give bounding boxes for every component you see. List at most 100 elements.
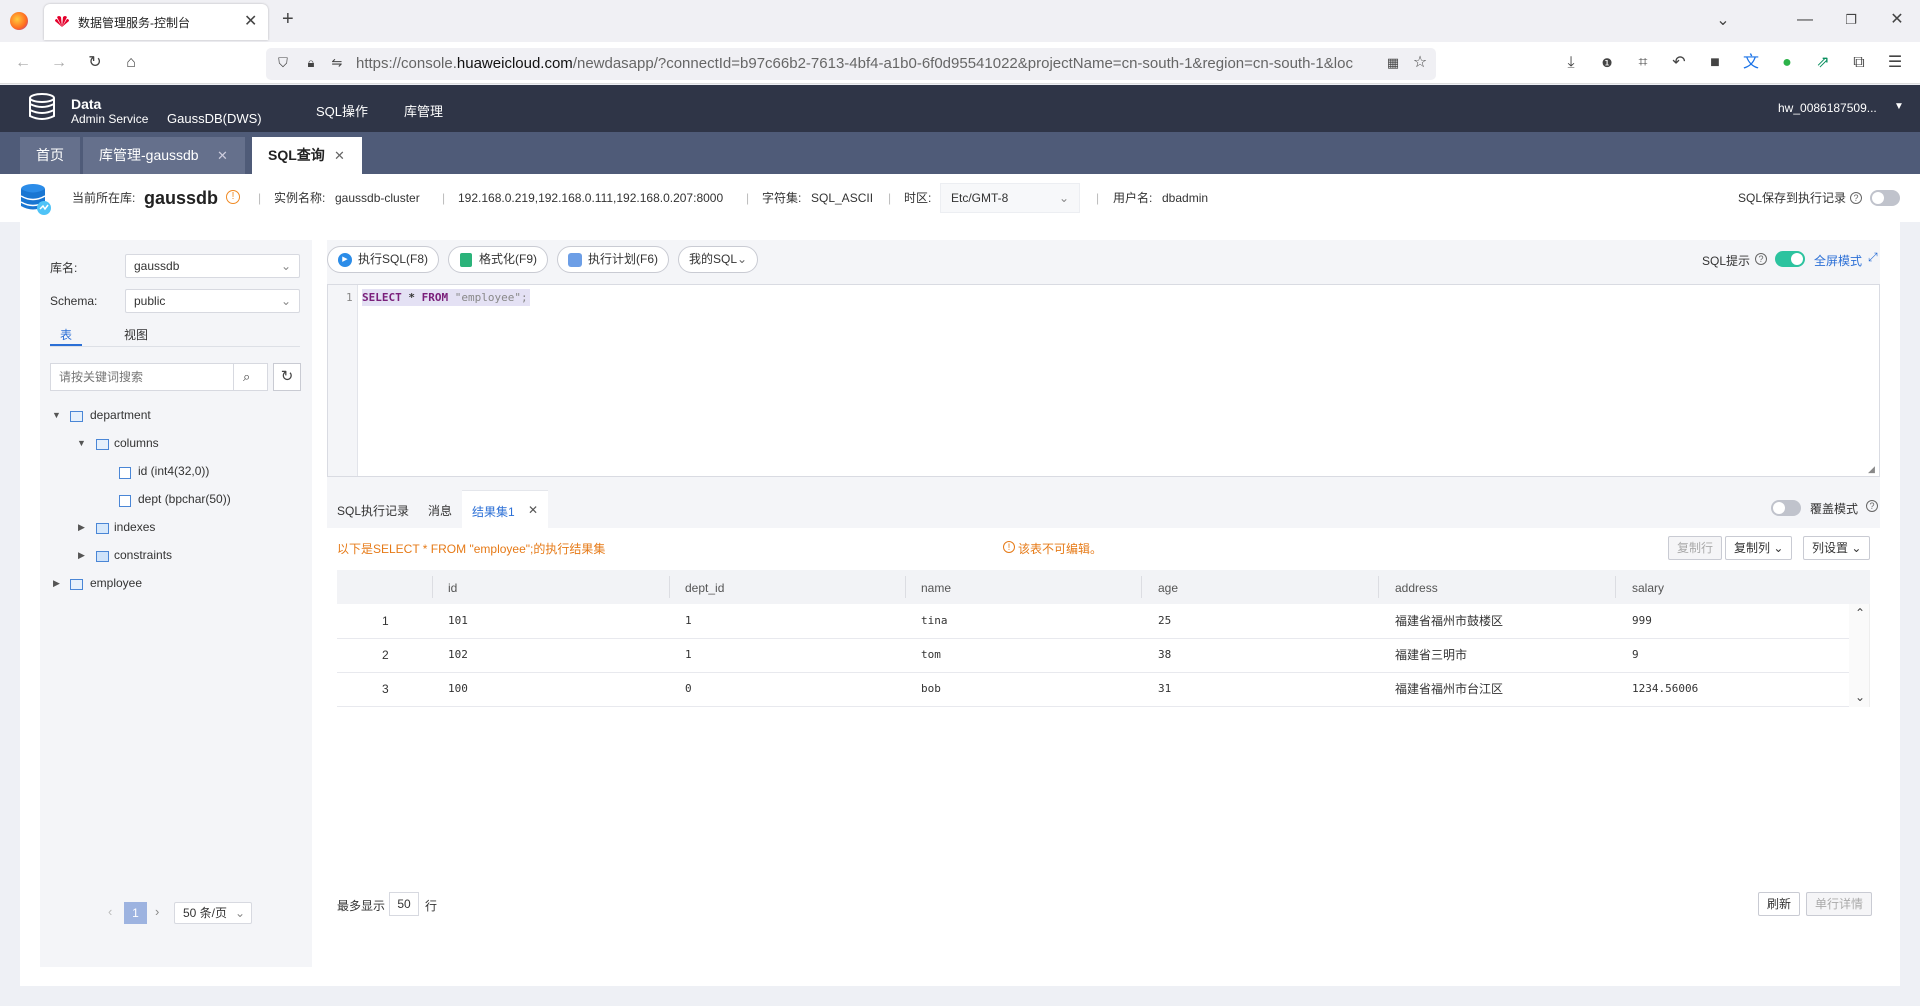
reload-icon[interactable]: ↻ xyxy=(84,53,106,75)
cell-age[interactable]: 31 xyxy=(1158,672,1171,706)
tab-list-chevron-icon[interactable]: ⌄ xyxy=(1712,11,1734,33)
search-icon[interactable]: ⌕ xyxy=(243,369,250,385)
table-row[interactable] xyxy=(337,604,1849,638)
tab-close-icon[interactable]: ✕ xyxy=(528,503,538,517)
cell-id[interactable]: 100 xyxy=(448,672,468,706)
browser-tab[interactable]: 数据管理服务-控制台 ✕ xyxy=(44,4,268,40)
download-icon[interactable]: ⤓ xyxy=(1560,53,1582,75)
tree-node-constraints[interactable]: constraints xyxy=(114,545,172,565)
expand-caret-icon[interactable]: ▼ xyxy=(52,405,61,425)
schema-select[interactable]: public ⌄ xyxy=(125,289,300,313)
cell-dept-id[interactable]: 0 xyxy=(685,672,692,706)
cell-address[interactable]: 福建省福州市鼓楼区 xyxy=(1395,604,1503,638)
collapse-caret-icon[interactable]: ▶ xyxy=(78,545,85,565)
db-select[interactable]: gaussdb ⌄ xyxy=(125,254,300,278)
column-header-age[interactable]: age xyxy=(1158,572,1178,604)
minimize-icon[interactable]: — xyxy=(1794,10,1816,32)
window-close-icon[interactable]: ✕ xyxy=(1886,10,1908,32)
tree-node-indexes[interactable]: indexes xyxy=(114,517,155,537)
bookmark-star-icon[interactable]: ☆ xyxy=(1409,53,1431,75)
sql-code-line[interactable]: SELECT * FROM "employee"; xyxy=(362,289,530,306)
refresh-tree-button[interactable]: ↻ xyxy=(273,363,301,391)
execution-plan-button[interactable]: 执行计划(F6) xyxy=(557,246,669,273)
copy-row-button[interactable]: 复制行 xyxy=(1668,536,1723,560)
save-sql-toggle[interactable] xyxy=(1870,190,1900,206)
sql-editor[interactable] xyxy=(327,284,1880,477)
user-dropdown-icon[interactable]: ▼ xyxy=(1894,101,1904,112)
help-icon[interactable]: ? xyxy=(1850,192,1862,204)
extension-dark-icon[interactable]: ■ xyxy=(1704,53,1726,75)
cell-dept-id[interactable]: 1 xyxy=(685,638,692,672)
table-search-input[interactable] xyxy=(59,368,229,386)
column-header-name[interactable]: name xyxy=(921,572,951,604)
cell-id[interactable]: 101 xyxy=(448,604,468,638)
restore-icon[interactable]: ❐ xyxy=(1840,10,1862,32)
tab-messages[interactable]: 消息 xyxy=(428,496,452,526)
cell-id[interactable]: 102 xyxy=(448,638,468,672)
help-icon[interactable]: ? xyxy=(1866,500,1878,512)
scroll-up-icon[interactable]: ⌃ xyxy=(1855,606,1865,620)
tab-views[interactable]: 视图 xyxy=(124,326,148,343)
overwrite-mode-toggle[interactable] xyxy=(1771,500,1801,516)
home-icon[interactable]: ⌂ xyxy=(120,53,142,75)
cell-salary[interactable]: 1234.56006 xyxy=(1632,672,1698,706)
crop-icon[interactable]: ⌗ xyxy=(1632,53,1654,75)
cell-salary[interactable]: 999 xyxy=(1632,604,1652,638)
undo-icon[interactable]: ↶ xyxy=(1668,53,1690,75)
cell-address[interactable]: 福建省福州市台江区 xyxy=(1395,672,1503,706)
collapse-caret-icon[interactable]: ▶ xyxy=(53,573,60,593)
sql-hint-toggle[interactable] xyxy=(1775,251,1805,267)
back-icon[interactable]: ← xyxy=(12,53,34,75)
tab-close-icon[interactable]: ✕ xyxy=(217,137,228,174)
tab-db-management[interactable]: 库管理-gaussdb ✕ xyxy=(83,137,245,174)
format-sql-button[interactable]: 格式化(F9) xyxy=(448,246,548,273)
qr-code-icon[interactable]: ▦ xyxy=(1382,53,1404,75)
tree-node-employee[interactable]: employee xyxy=(90,573,142,593)
resize-handle-icon[interactable]: ◢ xyxy=(1868,464,1875,475)
firefox-icon[interactable] xyxy=(10,12,28,30)
cell-dept-id[interactable]: 1 xyxy=(685,604,692,638)
tab-close-icon[interactable]: ✕ xyxy=(334,137,345,174)
tab-home[interactable]: 首页 xyxy=(20,137,80,174)
extensions-puzzle-icon[interactable]: ⧉ xyxy=(1848,53,1870,75)
tree-node-department[interactable]: department xyxy=(90,405,151,425)
cell-name[interactable]: bob xyxy=(921,672,941,706)
next-page-icon[interactable]: › xyxy=(155,904,159,919)
page-size-select[interactable]: 50 条/页 ⌄ xyxy=(174,902,252,924)
nav-sql-operation[interactable]: SQL操作 xyxy=(316,101,368,120)
timezone-select[interactable]: Etc/GMT-8 ⌄ xyxy=(940,183,1080,213)
cell-name[interactable]: tina xyxy=(921,604,948,638)
menu-icon[interactable]: ☰ xyxy=(1884,53,1906,75)
table-row[interactable] xyxy=(337,638,1849,672)
shield-icon[interactable]: ⛉ xyxy=(272,53,294,75)
max-rows-input[interactable]: 50 xyxy=(389,892,419,916)
page-number-current[interactable]: 1 xyxy=(124,902,147,924)
table-row[interactable] xyxy=(337,672,1849,706)
my-sql-dropdown[interactable]: 我的SQL⌄ xyxy=(678,246,759,273)
column-header-salary[interactable]: salary xyxy=(1632,572,1664,604)
column-header-dept-id[interactable]: dept_id xyxy=(685,572,724,604)
tab-resultset-1[interactable]: 结果集1 ✕ xyxy=(462,490,548,528)
run-sql-button[interactable]: ▶ 执行SQL(F8) xyxy=(327,246,440,273)
browser-tab-close-icon[interactable]: ✕ xyxy=(244,11,257,31)
table-search[interactable]: ⌕ xyxy=(50,363,268,391)
new-tab-button[interactable]: + xyxy=(282,8,294,31)
permissions-icon[interactable]: ⇋ xyxy=(326,53,348,75)
tree-node-column-id[interactable]: id (int4(32,0)) xyxy=(138,461,209,481)
forward-icon[interactable]: → xyxy=(48,53,70,75)
cell-salary[interactable]: 9 xyxy=(1632,638,1639,672)
lock-icon[interactable]: 🔒︎ xyxy=(300,53,322,75)
fullscreen-button[interactable]: 全屏模式 xyxy=(1814,252,1862,269)
refresh-button[interactable]: 刷新 xyxy=(1758,892,1801,916)
row-detail-button[interactable]: 单行详情 xyxy=(1806,892,1873,916)
tab-sql-history[interactable]: SQL执行记录 xyxy=(337,496,409,526)
cell-address[interactable]: 福建省三明市 xyxy=(1395,638,1467,672)
tree-node-columns[interactable]: columns xyxy=(114,433,159,453)
scroll-down-icon[interactable]: ⌄ xyxy=(1855,690,1865,704)
extension-1-icon[interactable]: ❶ xyxy=(1596,53,1618,75)
translate-icon[interactable]: 文 xyxy=(1740,53,1762,75)
column-settings-dropdown[interactable]: 列设置 ⌄ xyxy=(1803,536,1871,560)
cell-age[interactable]: 25 xyxy=(1158,604,1171,638)
cell-age[interactable]: 38 xyxy=(1158,638,1171,672)
extension-arrows-icon[interactable]: ⇗ xyxy=(1812,53,1834,75)
